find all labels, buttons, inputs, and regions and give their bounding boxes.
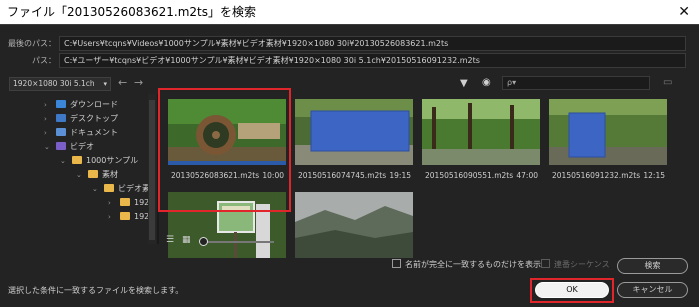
path-value[interactable]: C:¥ユーザー¥tcqns¥ビデオ¥1000サンプル¥素材¥ビデオ素材¥1920…: [59, 53, 686, 68]
folder-tree: › ダウンロード › デスクトップ › ドキュメント ⌄ ビデオ ⌄ 1000サンプル ⌄…: [0, 94, 158, 244]
tree-scrollbar-thumb[interactable]: [149, 100, 155, 240]
documents-folder-icon: [56, 128, 66, 136]
file-tile[interactable]: 20150516074745.m2ts 19:15: [295, 99, 413, 192]
file-tile[interactable]: 20150516091232.m2ts 12:15: [549, 99, 667, 192]
tree-scrollbar[interactable]: [148, 94, 156, 244]
download-folder-icon: [56, 100, 66, 108]
path-label: パス：: [32, 56, 56, 65]
grid-view-icon[interactable]: ▦: [182, 235, 191, 245]
tree-item-video-material[interactable]: ⌄ ビデオ素: [92, 182, 150, 196]
ok-button-highlight: [530, 278, 614, 303]
chevron-down-icon: ▾: [103, 80, 107, 88]
desktop-folder-icon: [56, 114, 66, 122]
folder-icon: [72, 156, 82, 164]
file-duration: 19:15: [389, 171, 411, 180]
tree-item-subfolder-2[interactable]: › 192: [108, 210, 149, 224]
list-view-icon[interactable]: ☰: [166, 235, 174, 245]
forest-thumbnail: [549, 99, 667, 165]
folder-icon: [120, 212, 130, 220]
zoom-slider-handle[interactable]: [199, 237, 208, 246]
chevron-down-icon[interactable]: ⌄: [60, 154, 72, 168]
tree-item-subfolder-1[interactable]: › 192: [108, 196, 149, 210]
filter-icon[interactable]: ▼: [460, 78, 468, 89]
search-input[interactable]: ρ▾: [502, 76, 650, 90]
folder-icon: [104, 184, 114, 192]
folder-dropdown-value: 1920×1080 30i 5.1ch: [13, 79, 95, 88]
forest-path-thumbnail: [422, 99, 540, 165]
cancel-button[interactable]: キャンセル: [617, 282, 688, 298]
tree-item-1000-sample[interactable]: ⌄ 1000サンプル: [60, 154, 138, 168]
chevron-right-icon[interactable]: ›: [44, 112, 56, 126]
last-path-value: C:¥Users¥tcqns¥Videos¥1000サンプル¥素材¥ビデオ素材¥…: [59, 36, 686, 51]
chevron-down-icon[interactable]: ⌄: [44, 140, 56, 154]
tree-item-videos[interactable]: ⌄ ビデオ: [44, 140, 94, 154]
forward-arrow-icon[interactable]: →: [134, 76, 143, 90]
last-path-label: 最後のパス：: [8, 39, 56, 48]
sequence-checkbox: 連番シーケンス: [541, 259, 610, 271]
path-row: パス： C:¥ユーザー¥tcqns¥ビデオ¥1000サンプル¥素材¥ビデオ素材¥…: [0, 52, 699, 70]
file-tile[interactable]: [295, 192, 413, 259]
folder-icon: [120, 198, 130, 206]
window-title: ファイル「20130526083621.m2ts」を検索: [7, 5, 256, 19]
eye-icon[interactable]: ◉: [482, 77, 491, 88]
checkbox-box[interactable]: [392, 259, 401, 268]
chevron-right-icon[interactable]: ›: [108, 196, 120, 210]
checkbox-box: [541, 259, 550, 268]
tree-item-documents[interactable]: › ドキュメント: [44, 126, 118, 140]
file-name: 20150516074745.m2ts: [298, 171, 387, 180]
close-icon[interactable]: ✕: [678, 0, 690, 24]
file-name: 20150516091232.m2ts: [552, 171, 641, 180]
search-button[interactable]: 検索: [617, 258, 688, 274]
file-tile[interactable]: 20150516090551.m2ts 47:00: [422, 99, 540, 192]
forest-thumbnail: [295, 99, 413, 165]
zoom-slider[interactable]: [204, 241, 274, 243]
tree-item-desktop[interactable]: › デスクトップ: [44, 112, 118, 126]
foggy-mountain-thumbnail: [295, 192, 413, 258]
search-icon: ρ▾: [507, 78, 517, 87]
chevron-right-icon[interactable]: ›: [44, 126, 56, 140]
file-duration: 47:00: [516, 171, 538, 180]
tree-item-material[interactable]: ⌄ 素材: [76, 168, 118, 182]
file-duration: 12:15: [643, 171, 665, 180]
chevron-down-icon[interactable]: ⌄: [92, 182, 104, 196]
selected-tile-highlight: [158, 88, 291, 212]
status-text: 選択した条件に一致するファイルを検索します。: [8, 286, 184, 295]
tree-item-downloads[interactable]: › ダウンロード: [44, 98, 118, 112]
file-name: 20150516090551.m2ts: [425, 171, 514, 180]
last-path-row: 最後のパス： C:¥Users¥tcqns¥Videos¥1000サンプル¥素材…: [0, 35, 699, 53]
panel-icon[interactable]: ▭: [663, 77, 672, 88]
videos-folder-icon: [56, 142, 66, 150]
window-titlebar: ファイル「20130526083621.m2ts」を検索 ✕: [0, 0, 699, 24]
folder-dropdown[interactable]: 1920×1080 30i 5.1ch ▾: [9, 77, 111, 91]
chevron-right-icon[interactable]: ›: [44, 98, 56, 112]
back-arrow-icon[interactable]: ←: [118, 76, 127, 90]
exact-match-checkbox[interactable]: 名前が完全に一致するものだけを表示: [392, 259, 541, 271]
chevron-down-icon[interactable]: ⌄: [76, 168, 88, 182]
folder-icon: [88, 170, 98, 178]
chevron-right-icon[interactable]: ›: [108, 210, 120, 224]
